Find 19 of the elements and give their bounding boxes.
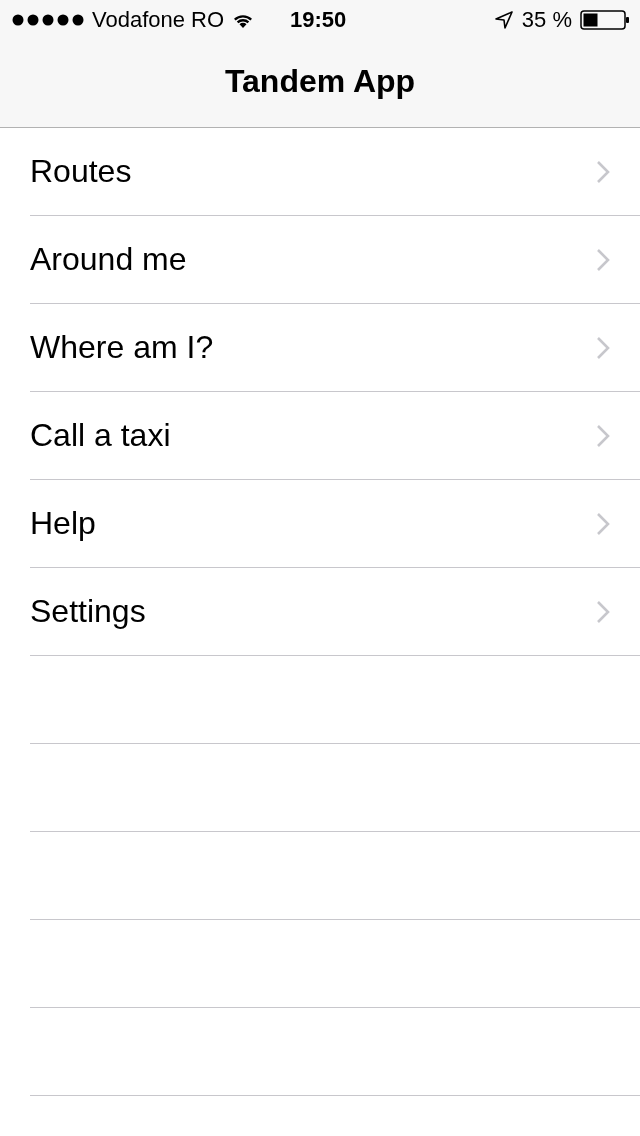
chevron-icon bbox=[596, 159, 610, 184]
chevron-icon bbox=[596, 599, 610, 624]
clock-time: 19:50 bbox=[290, 7, 347, 33]
menu-row[interactable]: Call a taxi bbox=[30, 392, 640, 480]
menu-row[interactable]: Settings bbox=[30, 568, 640, 656]
menu-row[interactable]: Routes bbox=[30, 128, 640, 216]
signal-icon bbox=[12, 14, 84, 26]
menu-row[interactable]: Where am I? bbox=[30, 304, 640, 392]
battery-icon bbox=[580, 10, 630, 30]
chevron-icon bbox=[596, 335, 610, 360]
nav-title: Tandem App bbox=[224, 63, 416, 100]
menu-row[interactable]: Help bbox=[30, 480, 640, 568]
carrier-name: Vodafone RO bbox=[92, 7, 225, 33]
chevron-icon bbox=[596, 247, 610, 272]
chevron-icon bbox=[596, 423, 610, 448]
battery-percent: 35 % bbox=[521, 7, 572, 33]
chevron-icon bbox=[596, 511, 610, 536]
menu-row[interactable]: Around me bbox=[30, 216, 640, 304]
location-arrow-icon bbox=[493, 10, 514, 30]
